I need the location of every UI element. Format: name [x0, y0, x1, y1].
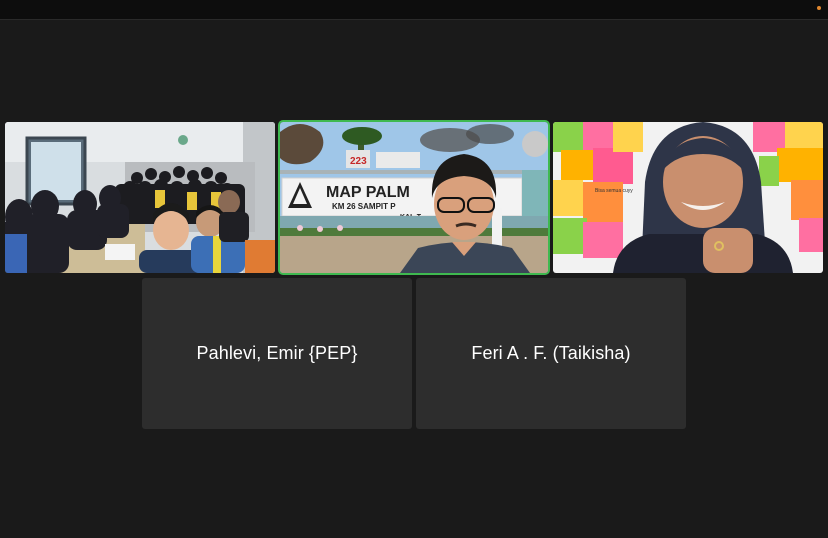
- video-gallery: 223 MAP PALM KM 26 SAMPIT P KAL-T: [0, 20, 828, 538]
- participant-video-tile-2[interactable]: 223 MAP PALM KM 26 SAMPIT P KAL-T: [280, 122, 548, 273]
- participant-name-tile-1[interactable]: Pahlevi, Emir {PEP}: [142, 278, 412, 429]
- sign-text-sub: KM 26 SAMPIT P: [332, 202, 396, 211]
- sticky-notes-video-icon: Bisa semua cuyy: [553, 122, 823, 273]
- window-titlebar: [0, 0, 828, 20]
- participant-video-tile-3[interactable]: Bisa semua cuyy: [553, 122, 823, 273]
- recording-indicator-icon: [817, 6, 821, 10]
- sign-text-main: MAP PALM: [326, 184, 410, 201]
- participant-name: Pahlevi, Emir {PEP}: [196, 343, 358, 363]
- participant-video-tile-1[interactable]: [5, 122, 275, 273]
- participant-name-tile-2[interactable]: Feri A . F. (Taikisha): [416, 278, 686, 429]
- group-video-icon: [5, 122, 275, 273]
- sticky-note-text: Bisa semua cuyy: [595, 188, 633, 194]
- speaker-video-icon: 223 MAP PALM KM 26 SAMPIT P KAL-T: [280, 122, 548, 273]
- sign-badge-number: 223: [350, 156, 367, 167]
- participant-name: Feri A . F. (Taikisha): [471, 343, 631, 363]
